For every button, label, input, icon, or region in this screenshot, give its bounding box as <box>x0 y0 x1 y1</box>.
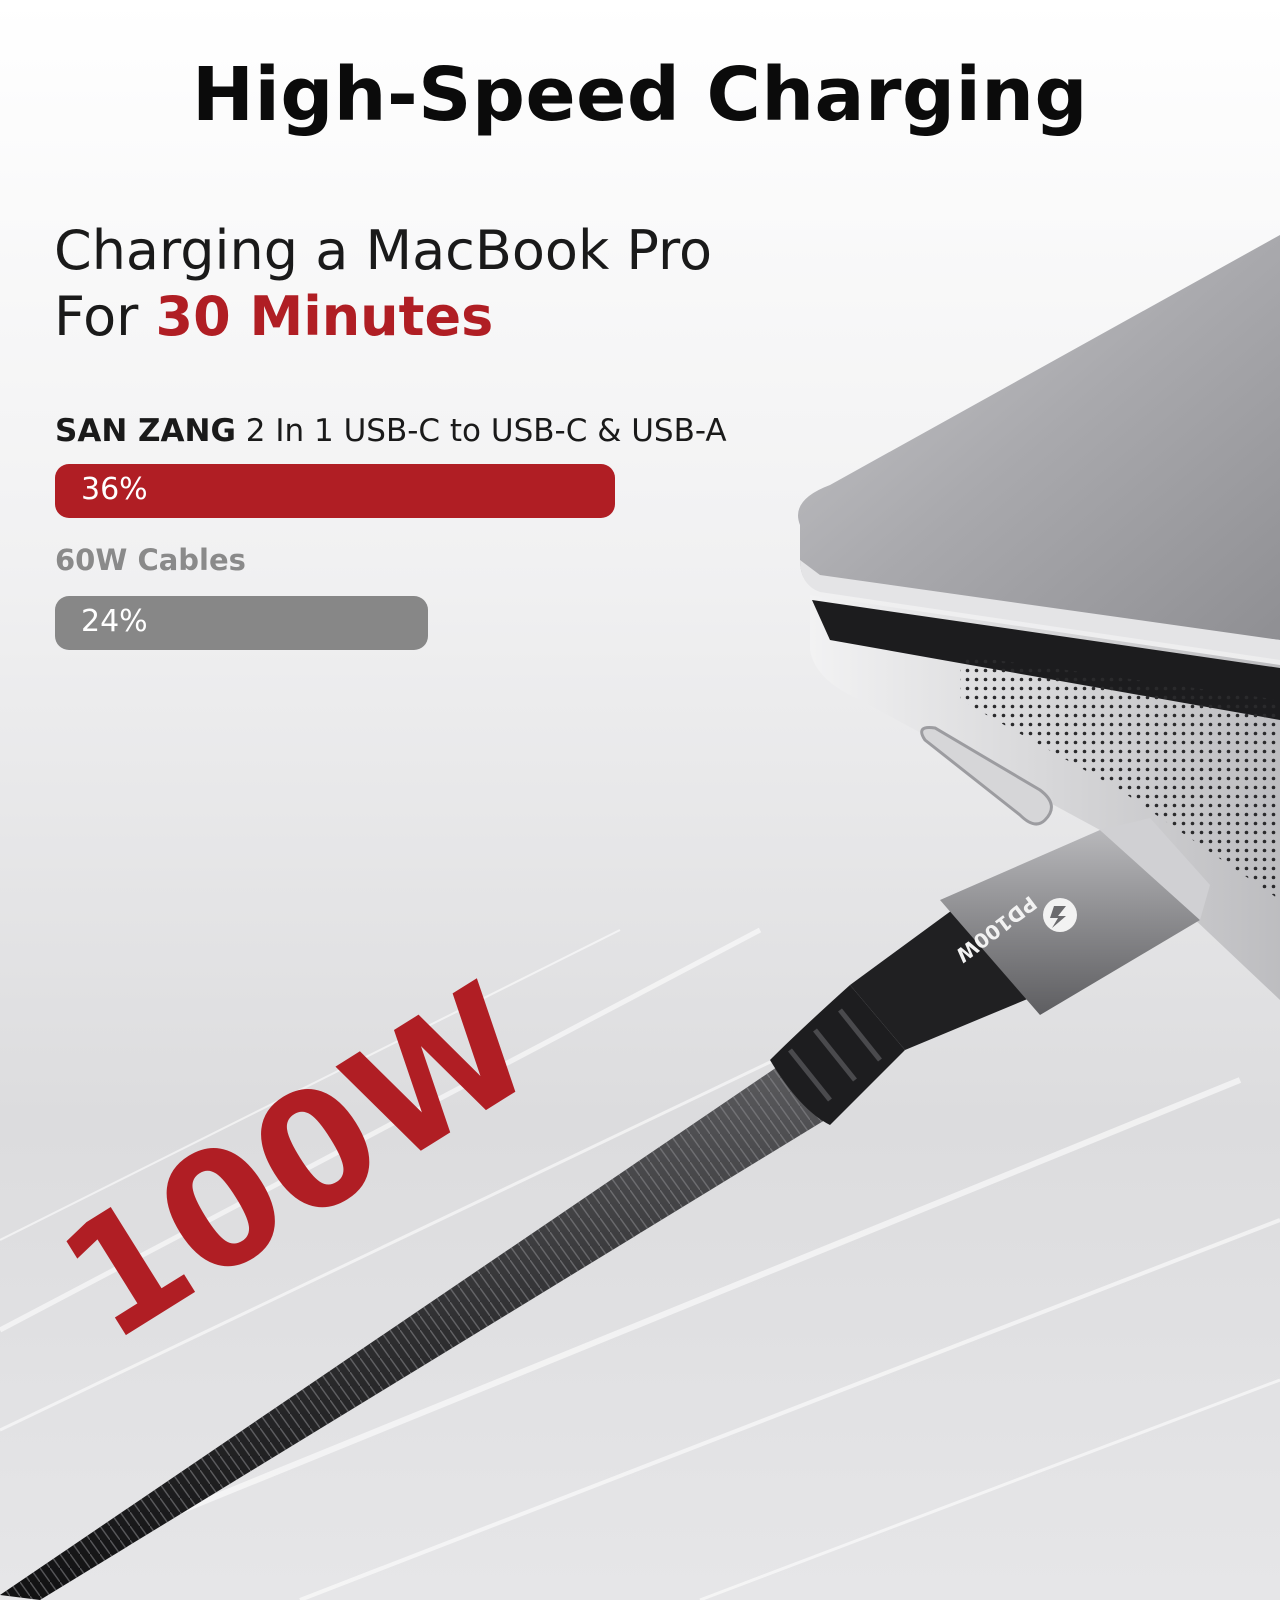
series-1-label: SAN ZANG 2 In 1 USB-C to USB-C & USB-A <box>55 416 727 447</box>
page-headline: High-Speed Charging <box>192 52 1088 138</box>
series-1-brand: SAN ZANG <box>55 413 236 449</box>
series-2-value-label: 24% <box>81 604 148 639</box>
series-1-track: 36% <box>55 464 615 518</box>
series-1-bar: 36% <box>55 464 615 518</box>
series-2-track: 24% <box>55 596 615 650</box>
series-1-value-label: 36% <box>81 472 148 507</box>
subtitle-line-1: Charging a MacBook Pro <box>54 219 713 282</box>
subtitle-highlight: 30 Minutes <box>155 285 494 348</box>
series-2-label: 60W Cables <box>55 543 246 577</box>
series-2-bar: 24% <box>55 596 429 650</box>
subtitle-line-2: For 30 Minutes <box>54 290 493 344</box>
subtitle-prefix: For <box>54 285 156 348</box>
series-1-name: 2 In 1 USB-C to USB-C & USB-A <box>245 413 727 449</box>
